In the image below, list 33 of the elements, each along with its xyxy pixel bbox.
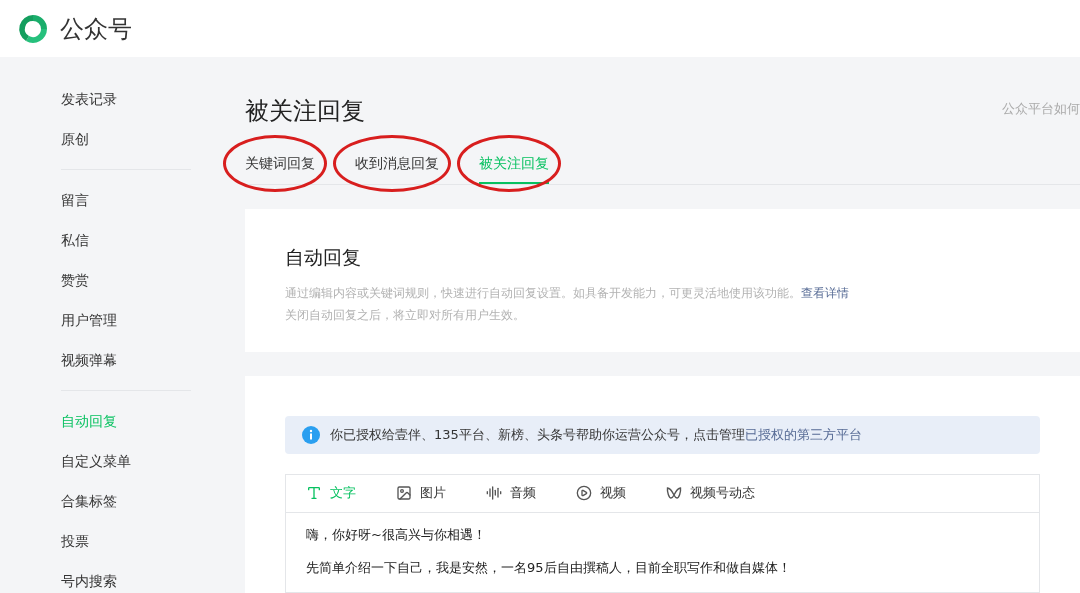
page-title: 被关注回复 [245,96,365,127]
image-icon [396,485,412,501]
sidebar-item[interactable]: 留言 [61,180,191,220]
play-icon [576,485,592,501]
card-title: 自动回复 [285,245,362,270]
sidebar-item[interactable]: 发表记录 [61,79,191,119]
sidebar-item[interactable]: 赞赏 [61,260,191,300]
notice-text: 你已授权给壹伴、135平台、新榜、头条号帮助你运营公众号，点击管理 [330,426,745,442]
sidebar-item[interactable]: 合集标签 [61,481,191,521]
sidebar-item[interactable]: 原创 [61,119,191,159]
content-type-tab[interactable]: 图片 [396,483,446,503]
sidebar-item[interactable]: 自定义菜单 [61,441,191,481]
text-icon [306,485,322,501]
content-type-tab[interactable]: 视频号动态 [666,483,755,503]
tab[interactable]: 关键词回复 [245,145,315,184]
tab[interactable]: 收到消息回复 [355,145,439,184]
butterfly-icon [666,485,682,501]
message-paragraph: 先简单介绍一下自己，我是安然，一名95后自由撰稿人，目前全职写作和做自媒体！ [306,559,792,577]
card-description: 通过编辑内容或关键词规则，快速进行自动回复设置。如具备开发能力，可更灵活地使用该功能。 [285,285,801,300]
brand-name: 公众号 [60,13,132,45]
sidebar-item[interactable]: 用户管理 [61,300,191,340]
card-note: 关闭自动回复之后，将立即对所有用户生效。 [285,306,526,324]
sidebar-item[interactable]: 视频弹幕 [61,340,191,380]
message-paragraph: 嗨，你好呀~很高兴与你相遇！ [306,525,487,544]
info-icon [302,425,320,444]
details-link[interactable]: 查看详情 [801,285,849,300]
sidebar-item[interactable]: 号内搜索 [61,561,191,593]
authorized-link[interactable]: 已授权的第三方平台 [744,426,862,442]
content-type-tab[interactable]: 音频 [486,483,536,503]
sidebar-item[interactable]: 私信 [61,220,191,260]
sidebar-item[interactable]: 投票 [61,521,191,561]
sound-icon [486,485,502,501]
content-type-tab[interactable]: 视频 [576,483,626,503]
